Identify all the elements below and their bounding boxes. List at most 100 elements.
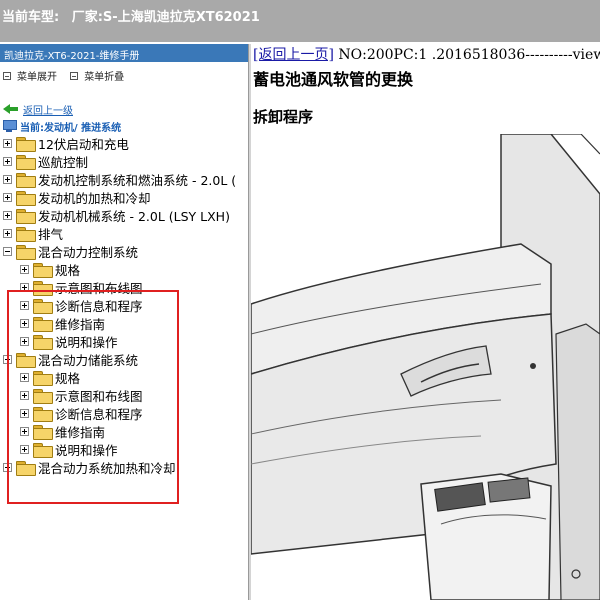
collapse-menu-label: 菜单折叠 [84, 72, 125, 83]
collapse-minus-icon[interactable] [3, 354, 12, 364]
door-panel-illustration [251, 134, 600, 600]
tree-subitem-repair-guide[interactable]: 维修指南 [0, 422, 248, 440]
folder-icon [33, 370, 53, 386]
collapse-minus-icon[interactable] [3, 246, 12, 256]
menu-actions: 菜单展开 菜单折叠 [0, 62, 248, 92]
expand-plus-icon[interactable] [20, 318, 29, 328]
folder-icon [16, 172, 36, 188]
tree-item-label[interactable]: 规格 [55, 260, 80, 279]
tree-subitem-repair-guide[interactable]: 维修指南 [0, 314, 248, 332]
folder-icon [33, 388, 53, 404]
tree-subitem-schematics[interactable]: 示意图和布线图 [0, 278, 248, 296]
expand-plus-icon[interactable] [3, 156, 12, 166]
folder-icon [16, 226, 36, 242]
folder-icon [33, 442, 53, 458]
folder-icon [33, 334, 53, 350]
tree-item-label[interactable]: 说明和操作 [55, 440, 118, 459]
expand-menu-label: 菜单展开 [17, 72, 57, 83]
vehicle-label: 当前车型: [2, 10, 60, 25]
manufacturer-text: 厂家:S-上海凯迪拉克XT62021 [71, 10, 260, 25]
back-to-parent[interactable]: 返回上一级 [3, 101, 73, 117]
expand-plus-icon[interactable] [20, 264, 29, 274]
tree-item-label[interactable]: 维修指南 [55, 422, 105, 441]
back-to-previous-page-link[interactable]: [返回上一页] [253, 47, 334, 63]
expand-plus-icon[interactable] [20, 372, 29, 382]
expand-plus-icon[interactable] [20, 390, 29, 400]
tree-item-label[interactable]: 诊断信息和程序 [55, 404, 143, 423]
expand-plus-icon[interactable] [3, 138, 12, 148]
expand-menu-button[interactable]: 菜单展开 [3, 68, 57, 83]
collapse-menu-button[interactable]: 菜单折叠 [70, 68, 124, 83]
tree-item-engine-heating-cooling[interactable]: 发动机的加热和冷却 [0, 188, 248, 206]
current-path-text: 当前:发动机/ 推进系统 [20, 122, 122, 134]
tree-item-label[interactable]: 发动机机械系统 - 2.0L (LSY LXH) [38, 206, 230, 225]
expand-plus-icon[interactable] [20, 426, 29, 436]
section-heading: 拆卸程序 [253, 108, 314, 126]
tree-subitem-diagnostics[interactable]: 诊断信息和程序 [0, 404, 248, 422]
category-tree: 12伏启动和充电 巡航控制 发动机控制系统和燃油系统 - 2.0L ( 发动机的… [0, 134, 248, 476]
tree-item-hybrid-control[interactable]: 混合动力控制系统 [0, 242, 248, 260]
tree-item-label[interactable]: 发动机的加热和冷却 [38, 188, 151, 207]
tree-item-hybrid-heating-cooling[interactable]: 混合动力系统加热和冷却 [0, 458, 248, 476]
expand-plus-icon[interactable] [20, 282, 29, 292]
tree-item-label[interactable]: 维修指南 [55, 314, 105, 333]
folder-icon [16, 136, 36, 152]
doc-info-text: NO:200PC:1 .2016518036----------view [333, 47, 600, 63]
expand-plus-icon[interactable] [20, 336, 29, 346]
expand-plus-icon[interactable] [20, 300, 29, 310]
manual-title: 凯迪拉克-XT6-2021-维修手册 [0, 44, 248, 62]
tree-subitem-description[interactable]: 说明和操作 [0, 440, 248, 458]
document-title: 蓄电池通风软管的更换 [253, 70, 414, 89]
folder-icon [16, 208, 36, 224]
expand-plus-icon[interactable] [3, 192, 12, 202]
folder-open-icon [16, 352, 36, 368]
doc-nav-line: [返回上一页] NO:200PC:1 .2016518036----------… [253, 44, 600, 64]
tree-subitem-schematics[interactable]: 示意图和布线图 [0, 386, 248, 404]
tree-item-label[interactable]: 排气 [38, 224, 63, 243]
tree-item-hybrid-energy-storage[interactable]: 混合动力储能系统 [0, 350, 248, 368]
tree-item-label[interactable]: 混合动力储能系统 [38, 350, 138, 369]
tree-item-engine-mechanical[interactable]: 发动机机械系统 - 2.0L (LSY LXH) [0, 206, 248, 224]
tree-subitem-description[interactable]: 说明和操作 [0, 332, 248, 350]
collapse-icon [70, 71, 79, 80]
tree-subitem-diagnostics[interactable]: 诊断信息和程序 [0, 296, 248, 314]
folder-icon [33, 280, 53, 296]
folder-icon [33, 424, 53, 440]
tree-item-label[interactable]: 示意图和布线图 [55, 278, 143, 297]
folder-icon [33, 406, 53, 422]
tree-item-label[interactable]: 12伏启动和充电 [38, 134, 129, 153]
tree-item-label[interactable]: 规格 [55, 368, 80, 387]
tree-subitem-specs[interactable]: 规格 [0, 260, 248, 278]
expand-plus-icon[interactable] [3, 174, 12, 184]
tree-subitem-specs[interactable]: 规格 [0, 368, 248, 386]
expand-icon [3, 71, 11, 80]
tree-item-label[interactable]: 示意图和布线图 [55, 386, 143, 405]
tree-item-label[interactable]: 巡航控制 [38, 152, 88, 171]
tree-item-cruise-control[interactable]: 巡航控制 [0, 152, 248, 170]
back-to-parent-link[interactable]: 返回上一级 [23, 102, 73, 117]
tree-item-engine-control[interactable]: 发动机控制系统和燃油系统 - 2.0L ( [0, 170, 248, 188]
expand-plus-icon[interactable] [20, 408, 29, 418]
tree-item-label[interactable]: 诊断信息和程序 [55, 296, 143, 315]
folder-icon [16, 460, 36, 476]
current-location: 当前:发动机/ 推进系统 [3, 118, 121, 134]
tree-item-label[interactable]: 发动机控制系统和燃油系统 - 2.0L ( [38, 170, 236, 189]
tree-item-exhaust[interactable]: 排气 [0, 224, 248, 242]
tree-item-starting-charging[interactable]: 12伏启动和充电 [0, 134, 248, 152]
expand-plus-icon[interactable] [3, 462, 12, 472]
expand-plus-icon[interactable] [3, 210, 12, 220]
back-arrow-icon [3, 103, 19, 115]
folder-icon [33, 298, 53, 314]
expand-plus-icon[interactable] [3, 228, 12, 238]
folder-icon [33, 316, 53, 332]
tree-item-label[interactable]: 说明和操作 [55, 332, 118, 351]
document-panel: [返回上一页] NO:200PC:1 .2016518036----------… [251, 44, 600, 600]
folder-open-icon [16, 244, 36, 260]
computer-icon [3, 120, 17, 132]
navigation-panel: 凯迪拉克-XT6-2021-维修手册 菜单展开 菜单折叠 返回上一级 当前:发动… [0, 44, 248, 600]
tree-item-label[interactable]: 混合动力系统加热和冷却 [38, 458, 176, 477]
tree-item-label[interactable]: 混合动力控制系统 [38, 242, 138, 261]
vehicle-info-bar: 当前车型: 厂家:S-上海凯迪拉克XT62021 [0, 0, 600, 42]
folder-icon [16, 190, 36, 206]
expand-plus-icon[interactable] [20, 444, 29, 454]
